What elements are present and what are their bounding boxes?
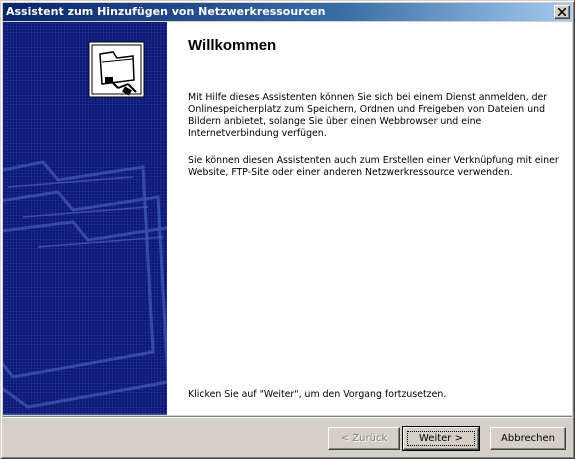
close-icon bbox=[558, 8, 566, 16]
cancel-button[interactable]: Abbrechen bbox=[490, 427, 566, 450]
close-button[interactable] bbox=[554, 5, 570, 19]
wizard-content: Willkommen Mit Hilfe dieses Assistenten … bbox=[3, 22, 572, 415]
title-bar[interactable]: Assistent zum Hinzufügen von Netzwerkres… bbox=[3, 3, 572, 21]
wizard-window: Assistent zum Hinzufügen von Netzwerkres… bbox=[0, 0, 575, 459]
continue-hint: Klicken Sie auf "Weiter", um den Vorgang… bbox=[188, 389, 447, 400]
sidebar-folder-art bbox=[3, 41, 167, 415]
wizard-sidebar bbox=[3, 22, 167, 415]
next-button[interactable]: Weiter > bbox=[402, 426, 480, 451]
back-button[interactable]: < Zurück bbox=[328, 427, 400, 450]
page-title: Willkommen bbox=[188, 37, 277, 54]
intro-paragraph: Mit Hilfe dieses Assistenten können Sie … bbox=[188, 92, 548, 139]
button-separator bbox=[3, 416, 572, 418]
window-title: Assistent zum Hinzufügen von Netzwerkres… bbox=[6, 5, 326, 18]
secondary-paragraph: Sie können diesen Assistenten auch zum E… bbox=[188, 155, 559, 178]
focus-rect bbox=[407, 431, 475, 446]
network-folder-icon bbox=[88, 41, 145, 98]
